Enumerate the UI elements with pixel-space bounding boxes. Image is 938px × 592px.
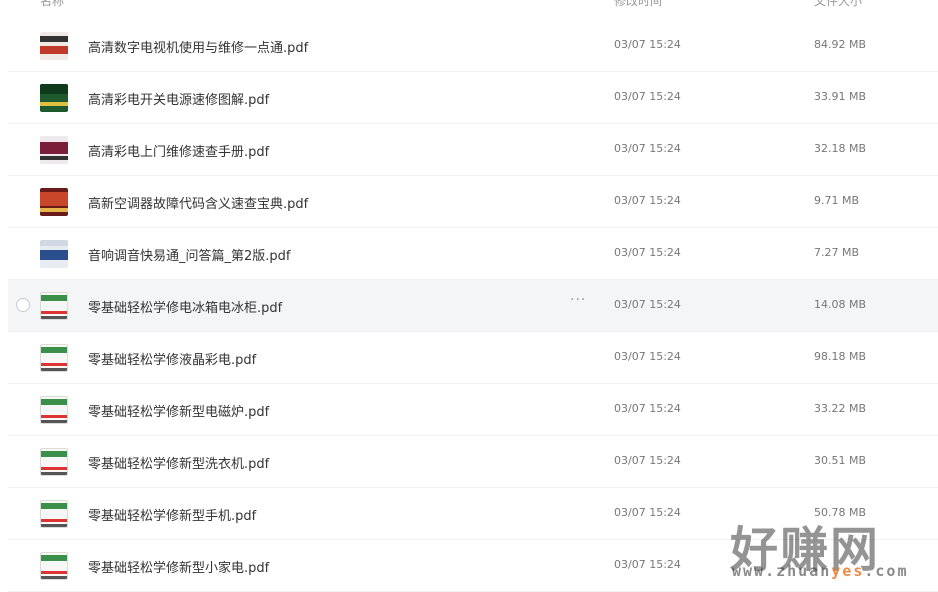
file-modified-time: 03/07 15:24 (614, 298, 681, 311)
file-row[interactable]: 零基础轻松学修电冰箱电冰柜.pdf ··· 03/07 15:24 14.08 MB (8, 280, 938, 332)
more-options-icon[interactable]: ··· (570, 292, 586, 308)
file-row[interactable]: 高清彩电上门维修速查手册.pdf 03/07 15:24 32.18 MB (8, 124, 938, 176)
file-size: 33.91 MB (814, 90, 867, 103)
watermark-url: www.zhuanyes.com (732, 562, 909, 580)
file-modified-time: 03/07 15:24 (614, 194, 681, 207)
pdf-thumbnail-icon (40, 136, 68, 164)
file-row[interactable]: 高清彩电开关电源速修图解.pdf 03/07 15:24 33.91 MB (8, 72, 938, 124)
file-modified-time: 03/07 15:24 (614, 142, 681, 155)
file-modified-time: 03/07 15:24 (614, 38, 681, 51)
file-size: 33.22 MB (814, 402, 867, 415)
file-name[interactable]: 零基础轻松学修液晶彩电.pdf (88, 349, 256, 368)
file-row[interactable]: 高新空调器故障代码含义速查宝典.pdf 03/07 15:24 9.71 MB (8, 176, 938, 228)
file-name[interactable]: 高清彩电开关电源速修图解.pdf (88, 89, 269, 108)
file-modified-time: 03/07 15:24 (614, 350, 681, 363)
file-row[interactable]: 音响调音快易通_问答篇_第2版.pdf 03/07 15:24 7.27 MB (8, 228, 938, 280)
file-size: 30.51 MB (814, 454, 867, 467)
file-modified-time: 03/07 15:24 (614, 246, 681, 259)
file-size: 84.92 MB (814, 38, 867, 51)
file-row[interactable]: 零基础轻松学修新型洗衣机.pdf 03/07 15:24 30.51 MB (8, 436, 938, 488)
pdf-thumbnail-icon (40, 396, 68, 424)
file-name[interactable]: 零基础轻松学修新型手机.pdf (88, 505, 256, 524)
file-name[interactable]: 高清数字电视机使用与维修一点通.pdf (88, 37, 308, 56)
file-name[interactable]: 零基础轻松学修新型电磁炉.pdf (88, 401, 269, 420)
file-modified-time: 03/07 15:24 (614, 402, 681, 415)
file-name[interactable]: 高清彩电上门维修速查手册.pdf (88, 141, 269, 160)
file-name[interactable]: 零基础轻松学修新型洗衣机.pdf (88, 453, 269, 472)
select-checkbox[interactable] (16, 298, 30, 312)
file-modified-time: 03/07 15:24 (614, 506, 681, 519)
file-list-header: 名称 ∨ 修改时间 文件大小 (0, 0, 938, 12)
pdf-thumbnail-icon (40, 188, 68, 216)
file-name[interactable]: 零基础轻松学修电冰箱电冰柜.pdf (88, 297, 282, 316)
file-name[interactable]: 音响调音快易通_问答篇_第2版.pdf (88, 245, 290, 264)
file-name[interactable]: 零基础轻松学修新型小家电.pdf (88, 557, 269, 576)
file-size: 9.71 MB (814, 194, 860, 207)
file-modified-time: 03/07 15:24 (614, 90, 681, 103)
pdf-thumbnail-icon (40, 552, 68, 580)
pdf-thumbnail-icon (40, 84, 68, 112)
file-modified-time: 03/07 15:24 (614, 558, 681, 571)
file-row[interactable]: 零基础轻松学修液晶彩电.pdf 03/07 15:24 98.18 MB (8, 332, 938, 384)
pdf-thumbnail-icon (40, 240, 68, 268)
pdf-thumbnail-icon (40, 500, 68, 528)
file-size: 32.18 MB (814, 142, 867, 155)
column-header-file-size[interactable]: 文件大小 (814, 0, 862, 9)
watermark-logo: 好赚网 www.zhuanyes.com (730, 510, 920, 580)
column-header-name[interactable]: 名称 (40, 0, 64, 9)
file-row[interactable]: 零基础轻松学修新型电磁炉.pdf 03/07 15:24 33.22 MB (8, 384, 938, 436)
column-header-modified-time[interactable]: 修改时间 (614, 0, 662, 9)
pdf-thumbnail-icon (40, 292, 68, 320)
file-row[interactable]: 高清数字电视机使用与维修一点通.pdf 03/07 15:24 84.92 MB (8, 20, 938, 72)
pdf-thumbnail-icon (40, 344, 68, 372)
chevron-down-icon[interactable]: ∨ (76, 0, 83, 3)
file-size: 14.08 MB (814, 298, 867, 311)
file-name[interactable]: 高新空调器故障代码含义速查宝典.pdf (88, 193, 308, 212)
file-modified-time: 03/07 15:24 (614, 454, 681, 467)
pdf-thumbnail-icon (40, 448, 68, 476)
file-size: 98.18 MB (814, 350, 867, 363)
pdf-thumbnail-icon (40, 32, 68, 60)
file-size: 7.27 MB (814, 246, 860, 259)
